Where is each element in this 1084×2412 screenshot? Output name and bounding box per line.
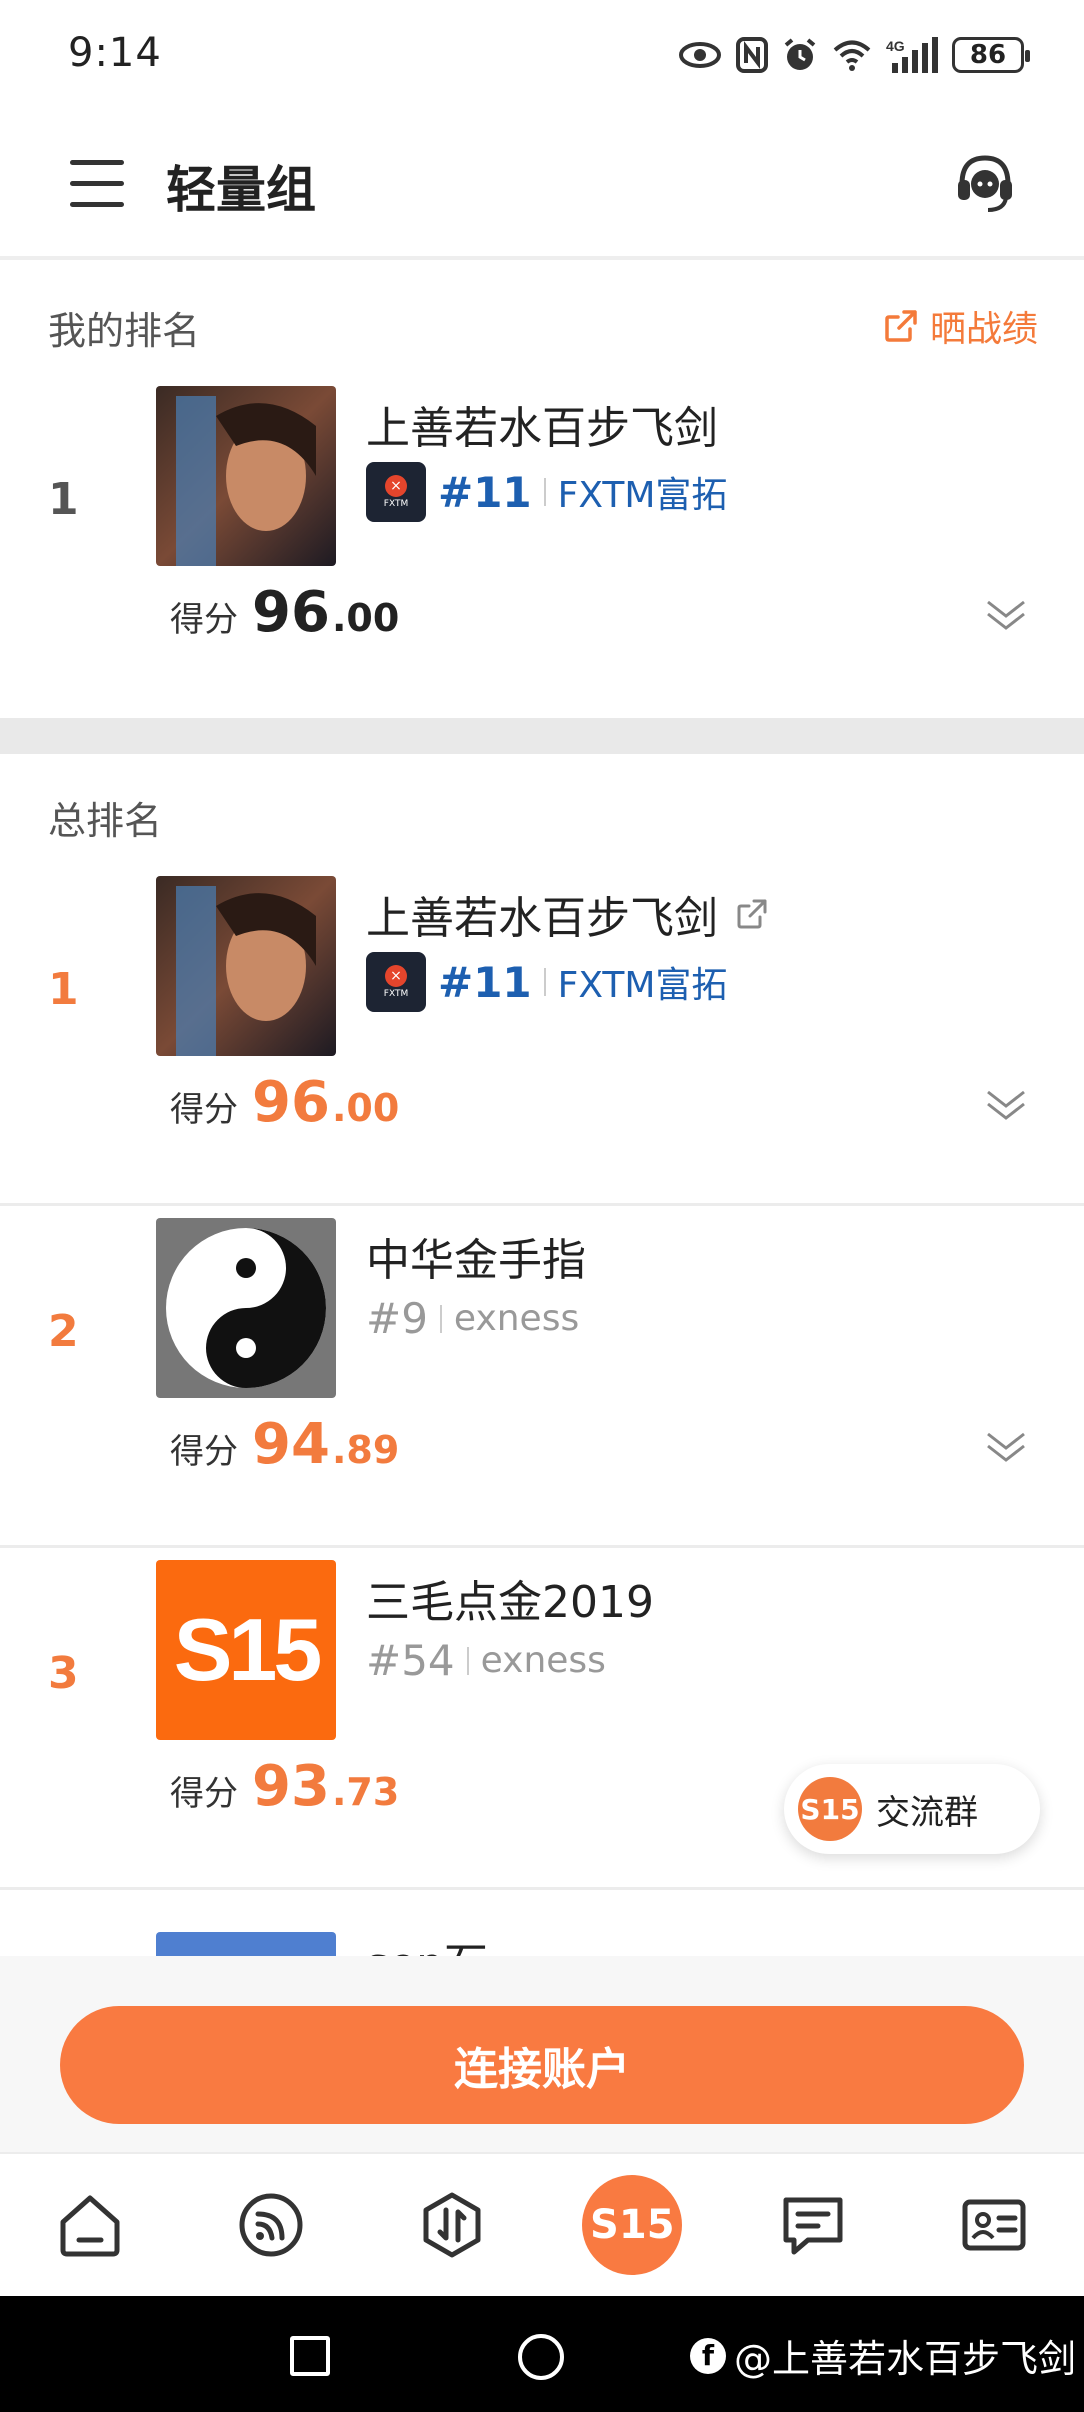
score-decimal: .00 [331,1086,400,1130]
battery-icon: 86 [952,37,1030,73]
app-header: 轻量组 [0,110,1084,260]
rank-number: 1 [48,474,79,525]
broker-rank: #54 [366,1636,455,1685]
score-label: 得分 [170,1432,238,1472]
trader-name: 三毛点金2019 [366,1577,654,1628]
expand-chevron-icon[interactable] [984,1084,1028,1124]
expand-chevron-icon[interactable] [984,1426,1028,1466]
status-time: 9:14 [68,30,162,76]
avatar [156,876,336,1056]
tab-messages[interactable] [758,2170,868,2280]
nfc-icon [736,37,768,73]
my-rank-section: 我的排名 晒战绩 1 上善若水百步飞剑 × FXTM #11 FXTM富拓 得分 … [0,264,1084,718]
avatar [156,1218,336,1398]
share-icon [885,310,917,342]
headset-icon[interactable] [952,150,1018,216]
share-label: 晒战绩 [929,309,1038,350]
list-item[interactable]: 1 上善若水百步飞剑 × FXTM #11 FXTM富拓 得分 96 .00 [0,864,1084,1206]
home-icon [60,2195,120,2257]
tab-s15[interactable]: S15 [577,2170,687,2280]
trade-icon [423,2192,481,2258]
action-area: 连接账户 [0,1956,1084,2152]
rank-number: 1 [48,964,79,1015]
divider [543,478,546,506]
bottom-tab-bar: S15 [0,2152,1084,2296]
alarm-icon [784,38,816,70]
score-integer: 96 [252,580,330,645]
fxtm-logo-icon: × FXTM [366,462,426,522]
page-title: 轻量组 [166,161,316,219]
svg-text:4G: 4G [886,38,905,54]
s15-avatar: S15 [156,1560,336,1740]
divider [466,1646,469,1675]
broker-rank: #11 [438,467,532,517]
eye-icon [679,42,721,68]
watermark-text: @上善若水百步飞剑 [734,2337,1077,2381]
broker-name: FXTM富拓 [557,475,728,516]
tab-trade[interactable] [397,2170,507,2280]
battery-level: 86 [969,40,1007,70]
my-rank-row[interactable]: 1 上善若水百步飞剑 × FXTM #11 FXTM富拓 得分 96 .00 [0,374,1084,716]
avatar [156,386,336,566]
rank-number: 3 [48,1648,79,1699]
score-decimal: .00 [331,596,400,640]
score-decimal: .73 [331,1770,400,1814]
tab-feed[interactable] [216,2170,326,2280]
s15-logo: S15 [582,2175,683,2275]
hamburger-menu-icon[interactable] [70,160,126,208]
status-bar: 9:14 4G 86 [0,0,1084,110]
broker-rank: #11 [438,957,532,1007]
divider [439,1304,442,1333]
broker-name: exness [480,1640,606,1681]
wifi-icon [833,40,871,71]
score-integer: 93 [252,1754,330,1819]
rank-number: 2 [48,1306,79,1357]
fxtm-logo-icon: × FXTM [366,952,426,1012]
home-button[interactable] [518,2334,564,2380]
score-integer: 94 [252,1412,330,1477]
my-rank-title: 我的排名 [48,309,201,353]
chat-group-button[interactable]: S15 交流群 [784,1764,1040,1854]
status-icons: 4G 86 [678,30,1030,80]
profile-card-icon [962,2199,1026,2251]
score-integer: 96 [252,1070,330,1135]
share-results-link[interactable]: 晒战绩 [882,300,1038,352]
message-icon [783,2197,843,2255]
chat-group-label: 交流群 [876,1792,978,1833]
watermark: f @上善若水百步飞剑 [690,2328,1076,2383]
score-label: 得分 [170,600,238,640]
trader-name: 中华金手指 [366,1235,586,1286]
trader-name: 上善若水百步飞剑 [366,893,718,944]
score-decimal: .89 [331,1428,400,1472]
external-link-icon[interactable] [734,896,770,932]
recents-button[interactable] [290,2336,330,2376]
score-label: 得分 [170,1090,238,1130]
score-label: 得分 [170,1774,238,1814]
signal-icon: 4G [886,37,938,73]
tab-home[interactable] [35,2170,145,2280]
system-nav-bar: f @上善若水百步飞剑 [0,2296,1084,2412]
broker-rank: #9 [366,1294,428,1343]
broker-name: FXTM富拓 [557,965,728,1006]
section-divider [0,718,1084,754]
total-rank-title: 总排名 [48,799,163,843]
broker-name: exness [453,1298,580,1339]
tab-profile[interactable] [939,2170,1049,2280]
watermark-logo-icon: f [690,2337,726,2374]
expand-chevron-icon[interactable] [984,594,1028,634]
connect-account-button[interactable]: 连接账户 [60,2006,1024,2124]
trader-name: 上善若水百步飞剑 [366,403,718,454]
s15-logo-icon: S15 [798,1777,862,1841]
list-item[interactable]: 2 中华金手指 #9 exness 得分 94 .89 [0,1206,1084,1548]
s15-avatar-logo: S15 [173,1600,323,1699]
divider [543,968,546,996]
feed-icon [239,2193,303,2257]
